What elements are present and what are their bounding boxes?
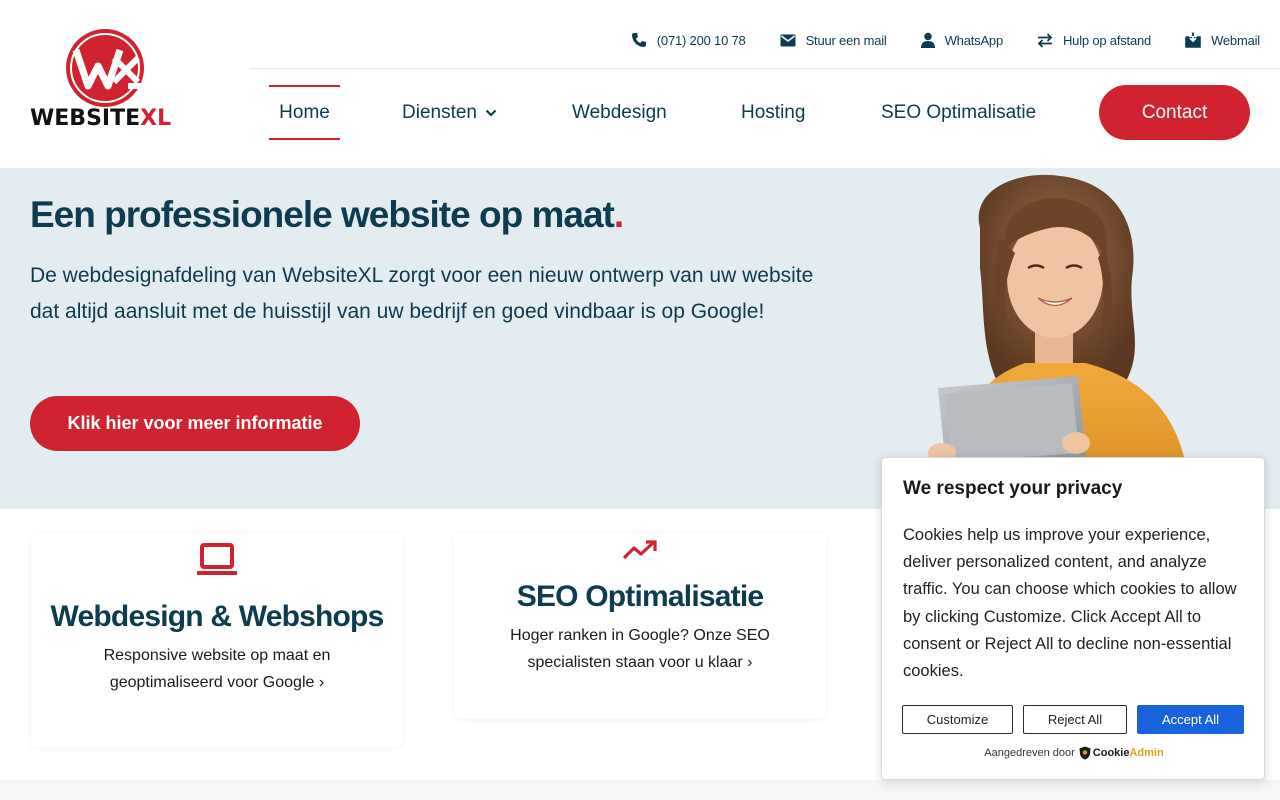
- webmail-label: Webmail: [1211, 32, 1260, 48]
- user-icon: [920, 32, 935, 48]
- top-utility-bar: (071) 200 10 78 Stuur een mail WhatsApp …: [597, 28, 1260, 52]
- cookie-powered-by: Aangedreven door Cookie Admin: [882, 746, 1266, 760]
- hero-title: Een professionele website op maat.: [30, 194, 624, 236]
- nav-seo[interactable]: SEO Optimalisatie: [881, 85, 1036, 140]
- shield-icon: [1079, 746, 1091, 760]
- cookie-description: Cookies help us improve your experience,…: [903, 526, 1237, 681]
- nav-diensten-label: Diensten: [402, 101, 477, 123]
- cookie-accept-label: Accept All: [1161, 712, 1220, 727]
- mail-label: Stuur een mail: [805, 32, 887, 48]
- cookie-reject-label: Reject All: [1047, 712, 1103, 727]
- site-header: WEBSITEXL (071) 200 10 78 Stuur een mail…: [0, 0, 1280, 168]
- nav-hosting-label: Hosting: [741, 101, 806, 123]
- logo-wordmark[interactable]: WEBSITEXL: [30, 106, 171, 131]
- mail-link[interactable]: Stuur een mail: [780, 33, 887, 48]
- cookie-customize-label: Customize: [926, 712, 989, 727]
- hero-title-dot: .: [613, 194, 624, 235]
- hero-title-text: Een professionele website op maat: [30, 194, 615, 235]
- trending-up-icon: [622, 540, 657, 560]
- service-card-seo[interactable]: SEO Optimalisatie Hoger ranken in Google…: [454, 533, 826, 719]
- service-card-text: Hoger ranken in Google? Onze SEO special…: [510, 627, 770, 671]
- phone-link[interactable]: (071) 200 10 78: [631, 32, 746, 48]
- service-card-text: Responsive website op maat en geoptimali…: [103, 647, 331, 691]
- remote-help-label: Hulp op afstand: [1062, 32, 1152, 48]
- nav-home-label: Home: [279, 101, 330, 123]
- cookie-reject-button[interactable]: Reject All: [1023, 705, 1127, 734]
- more-info-button[interactable]: Klik hier voor meer informatie: [30, 396, 360, 451]
- nav-home[interactable]: Home: [269, 85, 340, 140]
- service-card-title: Webdesign & Webshops: [50, 600, 385, 633]
- nav-webdesign[interactable]: Webdesign: [572, 85, 667, 140]
- hero-description: De webdesignafdeling van WebsiteXL zorgt…: [30, 264, 814, 323]
- mail-icon: [780, 34, 796, 46]
- powered-by-label: Aangedreven door: [984, 747, 1075, 759]
- nav-webdesign-label: Webdesign: [572, 101, 667, 123]
- nav-diensten[interactable]: Diensten: [402, 85, 497, 140]
- logo-wordmark-accent: XL: [140, 106, 172, 131]
- cookie-consent-dialog: We respect your privacy Cookies help us …: [881, 457, 1265, 780]
- header-divider: [250, 68, 1280, 69]
- cookie-accept-button[interactable]: Accept All: [1137, 705, 1244, 734]
- whatsapp-label: WhatsApp: [944, 32, 1004, 48]
- laptop-icon: [197, 543, 237, 575]
- more-info-button-label: Klik hier voor meer informatie: [67, 413, 323, 433]
- inbox-download-icon: [1185, 32, 1201, 48]
- whatsapp-link[interactable]: WhatsApp: [920, 32, 1004, 48]
- phone-label: (071) 200 10 78: [656, 32, 746, 48]
- swap-arrows-icon: [1037, 32, 1053, 48]
- cookieadmin-brand-a: Cookie: [1092, 747, 1130, 759]
- cookieadmin-brand-b: Admin: [1129, 747, 1164, 759]
- nav-hosting[interactable]: Hosting: [741, 85, 805, 140]
- chevron-down-icon: [485, 109, 497, 117]
- webmail-link[interactable]: Webmail: [1185, 32, 1260, 48]
- contact-button-label: Contact: [1141, 101, 1208, 123]
- nav-seo-label: SEO Optimalisatie: [881, 101, 1037, 123]
- service-card-title: SEO Optimalisatie: [516, 580, 764, 613]
- phone-icon: [631, 33, 646, 47]
- contact-button[interactable]: Contact: [1099, 85, 1250, 140]
- cookie-title: We respect your privacy: [903, 478, 1123, 499]
- cookie-customize-button[interactable]: Customize: [902, 705, 1013, 734]
- service-card-webdesign[interactable]: Webdesign & Webshops Responsive website …: [31, 533, 403, 747]
- cookieadmin-link[interactable]: Cookie Admin: [1079, 746, 1164, 760]
- remote-help-link[interactable]: Hulp op afstand: [1037, 33, 1151, 48]
- section-bottom-strip: [0, 780, 1280, 800]
- logo-wordmark-main: WEBSITE: [30, 106, 141, 131]
